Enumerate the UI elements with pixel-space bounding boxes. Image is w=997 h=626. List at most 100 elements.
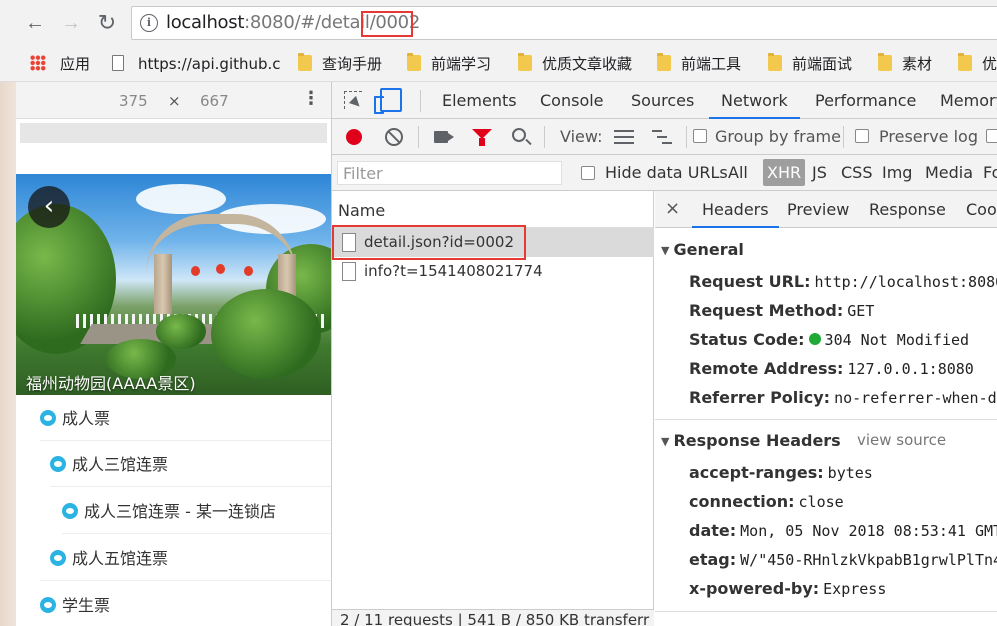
bookmark-folder-interview[interactable]: 前端面试: [768, 53, 852, 74]
folder-icon: [958, 53, 972, 71]
device-dimension-separator: ×: [168, 92, 181, 110]
info-icon[interactable]: i: [140, 14, 158, 32]
inspect-element-icon[interactable]: [344, 91, 362, 109]
tab-sources[interactable]: Sources: [631, 82, 694, 119]
search-icon[interactable]: [512, 128, 526, 142]
filter-type-img[interactable]: Img: [882, 163, 912, 182]
tab-cookies[interactable]: Cook: [966, 191, 997, 228]
document-icon: [342, 262, 356, 281]
filter-input[interactable]: [337, 161, 562, 185]
bookmark-folder-tools[interactable]: 前端工具: [657, 53, 741, 74]
device-width-input[interactable]: 375: [119, 92, 148, 110]
bookmark-folder-manual[interactable]: 查询手册: [298, 53, 382, 74]
list-view-icon[interactable]: [614, 130, 634, 144]
hide-data-urls-label: Hide data URLs: [605, 163, 728, 182]
tab-response[interactable]: Response: [869, 191, 946, 228]
preserve-log-checkbox[interactable]: [855, 129, 869, 143]
request-name: info?t=1541408021774: [364, 262, 543, 280]
header-row: Request URL: http://localhost:8080/: [689, 272, 997, 291]
group-by-frame-checkbox[interactable]: [693, 129, 707, 143]
ticket-item[interactable]: 学生票: [40, 584, 331, 626]
bookmark-folder-more[interactable]: 优: [958, 53, 997, 74]
divider: [655, 419, 997, 420]
view-source-link[interactable]: view source: [857, 431, 946, 449]
section-general[interactable]: ▼ General: [661, 240, 744, 259]
folder-icon: [878, 53, 892, 71]
close-icon[interactable]: ×: [665, 198, 680, 219]
filter-type-font[interactable]: Fo: [983, 163, 997, 182]
folder-icon: [768, 53, 782, 71]
filter-icon[interactable]: [472, 129, 492, 146]
request-details: × Headers Preview Response Cook ▼General…: [655, 191, 997, 626]
section-response-headers[interactable]: ▼ Response Headers: [661, 431, 841, 450]
address-bar[interactable]: i localhost:8080/#/detail/0002: [131, 6, 997, 40]
folder-icon: [407, 53, 421, 71]
ticket-item[interactable]: 成人三馆连票: [50, 443, 331, 487]
tab-elements[interactable]: Elements: [442, 82, 517, 119]
bookmark-folder-frontend-learning[interactable]: 前端学习: [407, 53, 491, 74]
forward-button[interactable]: →: [58, 10, 84, 36]
bookmark-folder-assets[interactable]: 素材: [878, 53, 932, 74]
divider: [420, 90, 421, 112]
filter-type-xhr[interactable]: XHR: [763, 159, 806, 186]
filter-type-media[interactable]: Media: [925, 163, 973, 182]
preserve-log-label: Preserve log: [879, 127, 978, 146]
ticket-icon: [62, 503, 78, 519]
group-by-frame-label: Group by frame: [715, 127, 841, 146]
disable-cache-checkbox[interactable]: [986, 129, 997, 143]
tab-performance[interactable]: Performance: [815, 82, 916, 119]
back-button[interactable]: ‹: [28, 186, 70, 228]
device-toggle-icon[interactable]: [374, 88, 402, 114]
back-button[interactable]: ←: [22, 10, 48, 36]
tab-preview[interactable]: Preview: [787, 191, 849, 228]
lantern: [244, 266, 253, 276]
column-header-name[interactable]: Name: [332, 191, 654, 228]
reload-icon: ↻: [97, 10, 117, 35]
capture-screenshots-icon[interactable]: [434, 131, 448, 143]
header-row: x-powered-by: Express: [689, 579, 887, 598]
bookmarks-bar: 应用 https://api.github.c 查询手册 前端学习 优质文章收藏…: [0, 46, 997, 82]
request-row[interactable]: info?t=1541408021774: [332, 257, 654, 286]
more-options-icon[interactable]: ⋮: [302, 88, 320, 109]
hide-data-urls-checkbox[interactable]: [581, 166, 595, 180]
header-row: Status Code: 304 Not Modified: [689, 330, 970, 349]
mobile-viewport: ‹ 福州动物园(AAAA景区) 成人票 成人三馆连票 成人三馆连票 - 某一连锁…: [16, 119, 331, 626]
apps-icon: [30, 55, 46, 71]
header-row: Request Method: GET: [689, 301, 875, 320]
header-row: accept-ranges: bytes: [689, 463, 873, 482]
tab-network[interactable]: Network: [709, 82, 800, 119]
folder-icon: [298, 53, 312, 71]
bookmark-apps[interactable]: 应用: [30, 54, 90, 74]
status-ok-icon: [808, 333, 821, 345]
ticket-item[interactable]: 成人三馆连票 - 某一连锁店: [62, 490, 331, 534]
zoo-hero-image: ‹ 福州动物园(AAAA景区): [16, 174, 331, 395]
ticket-item[interactable]: 成人五馆连票: [40, 537, 331, 581]
tab-console[interactable]: Console: [540, 82, 604, 119]
reload-button[interactable]: ↻: [94, 10, 120, 36]
tab-headers[interactable]: Headers: [692, 191, 779, 228]
device-toolbar: 375 × 667 ⋮: [16, 82, 331, 119]
filter-type-css[interactable]: CSS: [841, 163, 872, 182]
tab-memory[interactable]: Memory: [940, 82, 997, 119]
ticket-icon: [50, 456, 66, 472]
lantern: [191, 266, 200, 276]
ticket-icon: [40, 410, 56, 426]
scenic-spot-title: 福州动物园(AAAA景区): [26, 374, 196, 393]
view-label: View:: [560, 127, 603, 146]
record-icon[interactable]: [346, 129, 362, 145]
divider: [418, 126, 419, 148]
bookmark-folder-articles[interactable]: 优质文章收藏: [518, 53, 632, 74]
request-list: Name detail.json?id=0002 info?t=15414080…: [332, 191, 654, 626]
viewport-top-bar: [20, 123, 327, 143]
devtools-tabbar: Elements Console Sources Network Perform…: [332, 82, 997, 119]
clear-icon[interactable]: [385, 128, 403, 146]
filter-type-js[interactable]: JS: [812, 163, 827, 182]
filter-type-all[interactable]: All: [728, 163, 748, 182]
ticket-item[interactable]: 成人票: [40, 397, 331, 441]
header-row: date: Mon, 05 Nov 2018 08:53:41 GMT: [689, 521, 997, 540]
waterfall-view-icon[interactable]: [652, 130, 672, 144]
url-path: :8080/#/detail/: [244, 12, 376, 33]
arrow-left-icon: ←: [25, 12, 45, 34]
bookmark-github-api[interactable]: https://api.github.c: [112, 54, 281, 74]
device-height-input[interactable]: 667: [200, 92, 229, 110]
